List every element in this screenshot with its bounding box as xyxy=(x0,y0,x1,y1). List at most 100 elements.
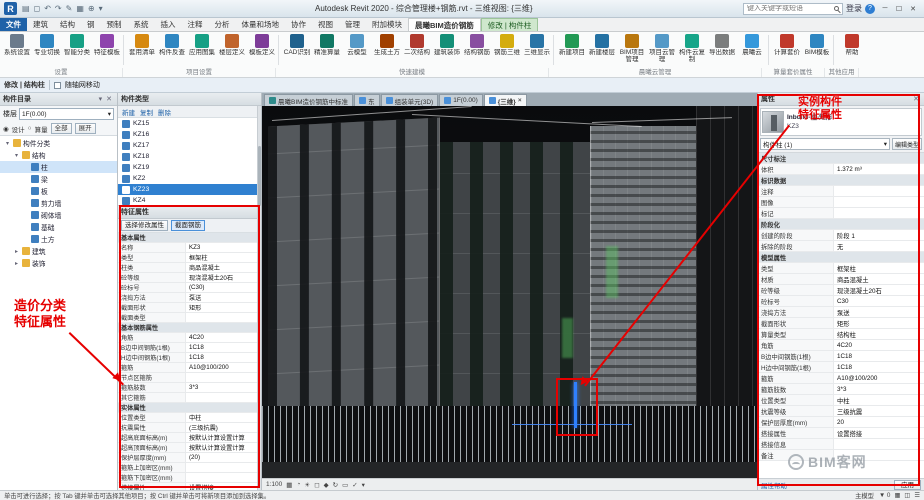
quick-access-icon[interactable]: ▾ xyxy=(97,4,105,13)
property-row[interactable]: 箍筋 A10@100/200 xyxy=(118,363,261,373)
property-row[interactable]: 搭接属性 设置搭接 xyxy=(758,428,924,439)
ribbon-button[interactable]: 建筑装饰 xyxy=(432,32,462,68)
window-button[interactable]: ─ xyxy=(878,5,892,13)
property-row[interactable]: 箍筋肢数 3*3 xyxy=(118,383,261,393)
property-row[interactable]: 备注 xyxy=(758,450,924,461)
catalog-tree-item[interactable]: ▾ 构件分类 xyxy=(0,137,117,149)
expand-icon[interactable]: ▸ xyxy=(13,248,20,255)
statusbar-icon[interactable]: ▼ 0 xyxy=(879,492,890,499)
ribbon-tab[interactable]: 修改 | 构件柱 xyxy=(481,18,539,31)
catalog-tree-item[interactable]: 剪力墙 xyxy=(0,197,117,209)
quick-access-icon[interactable]: ✎ xyxy=(64,4,75,13)
section-rebar-tab[interactable]: 截面钢筋 xyxy=(171,220,205,231)
property-row[interactable]: 位置类型 中柱 xyxy=(758,395,924,406)
ribbon-button[interactable]: 特征模板 xyxy=(92,32,122,68)
quick-access-icon[interactable]: ⊕ xyxy=(86,4,97,13)
property-row[interactable]: 基本钢筋属性 xyxy=(118,323,261,333)
catalog-tree-item[interactable]: ▾ 结构 xyxy=(0,149,117,161)
property-row[interactable]: 砼标号 C30 xyxy=(758,296,924,307)
ribbon-tab[interactable]: 分析 xyxy=(209,18,236,31)
ribbon-tab[interactable]: 晨曦BIM造价钢筋 xyxy=(408,18,481,31)
property-row[interactable]: 算量类型 结构柱 xyxy=(758,329,924,340)
statusbar-icon[interactable]: ◫ xyxy=(904,492,910,499)
view-tab[interactable]: 1F(0.00) × xyxy=(439,94,483,106)
catalog-tree-item[interactable]: 梁 xyxy=(0,173,117,185)
property-row[interactable]: B边中间钢筋(1根) 1C18 xyxy=(118,343,261,353)
property-row[interactable]: H边中间钢筋(1根) 1C18 xyxy=(758,362,924,373)
property-row[interactable]: 注释 xyxy=(758,186,924,197)
view-tab[interactable]: 东 × xyxy=(354,94,380,106)
ribbon-tab[interactable]: 协作 xyxy=(285,18,312,31)
property-row[interactable]: 箍筋肢数 3*3 xyxy=(758,384,924,395)
3d-viewport[interactable]: 晨曦BIM造价钢筋中标准 × 东 × 组装单元(3D) × 1F(0.00) × xyxy=(262,93,757,490)
property-row[interactable]: 实体属性 xyxy=(118,403,261,413)
property-row[interactable]: 抗震等级 三级抗震 xyxy=(758,406,924,417)
type-list-item[interactable]: KZ17 xyxy=(118,140,261,151)
ribbon-tab[interactable]: 文件 xyxy=(0,18,27,31)
model-canvas[interactable] xyxy=(262,106,757,478)
ribbon-tab[interactable]: 系统 xyxy=(128,18,155,31)
ribbon-tab[interactable]: 插入 xyxy=(155,18,182,31)
search-box[interactable] xyxy=(743,3,843,15)
catalog-tree-item[interactable]: 砌体墙 xyxy=(0,209,117,221)
ribbon-button[interactable]: 结构钢筋 xyxy=(462,32,492,68)
view-tab[interactable]: 组装单元(3D) × xyxy=(381,94,439,106)
ribbon-group-label[interactable]: 其他应用 xyxy=(825,68,859,77)
ribbon-tab[interactable]: 结构 xyxy=(54,18,81,31)
statusbar-icon[interactable]: ☰ xyxy=(914,492,920,499)
ribbon-button[interactable] xyxy=(553,35,556,65)
ribbon-button[interactable]: 计算套价 xyxy=(772,32,802,68)
ribbon-button[interactable]: BIM模板 xyxy=(802,32,832,68)
view-control-icon[interactable]: ✓ xyxy=(352,481,357,489)
ribbon-button[interactable]: 导出数据 xyxy=(707,32,737,68)
ribbon-tab[interactable]: 附加模块 xyxy=(366,18,408,31)
ribbon-button[interactable]: 钢筋三维 xyxy=(492,32,522,68)
grid-move-checkbox[interactable] xyxy=(54,82,61,89)
ribbon-button[interactable]: 精准算量 xyxy=(312,32,342,68)
ribbon-button[interactable]: 套用清单 xyxy=(127,32,157,68)
property-row[interactable]: 截面形状 矩形 xyxy=(118,303,261,313)
type-list-item[interactable]: KZ16 xyxy=(118,129,261,140)
type-list-item[interactable]: KZ15 xyxy=(118,118,261,129)
quick-access-icon[interactable]: ▦ xyxy=(74,4,86,13)
view-control-icon[interactable]: ▭ xyxy=(342,481,348,489)
ribbon-button[interactable]: 构件反查 xyxy=(157,32,187,68)
property-row[interactable]: 材质 商品混凝土 xyxy=(758,274,924,285)
ribbon-tab[interactable]: 注释 xyxy=(182,18,209,31)
property-row[interactable]: 浇捣方法 泵送 xyxy=(758,307,924,318)
close-icon[interactable]: ✕ xyxy=(911,95,921,103)
catalog-tree-item[interactable]: 板 xyxy=(0,185,117,197)
property-row[interactable]: 箍筋上加密区(mm) xyxy=(118,463,261,473)
ribbon-group-label[interactable]: 算量套价属性 xyxy=(762,68,825,77)
property-row[interactable]: 截面类型 xyxy=(118,313,261,323)
ribbon-button[interactable]: 楼层定义 xyxy=(217,32,247,68)
property-row[interactable]: 体积 1.372 m³ xyxy=(758,164,924,175)
property-row[interactable]: 角筋 4C20 xyxy=(758,340,924,351)
expand-icon[interactable]: ▸ xyxy=(13,260,20,267)
view-control-icon[interactable]: ↻ xyxy=(333,481,338,489)
statusbar-icon[interactable]: ▦ xyxy=(894,492,900,499)
property-row[interactable]: 创建的阶段 阶段 1 xyxy=(758,230,924,241)
property-row[interactable]: 位置类型 中柱 xyxy=(118,413,261,423)
ribbon-button[interactable]: 二次结构 xyxy=(402,32,432,68)
floor-select[interactable]: 1F(0.00) ▾ xyxy=(19,108,114,120)
type-list-item[interactable]: KZ19 xyxy=(118,162,261,173)
property-row[interactable]: 类型 框架柱 xyxy=(118,253,261,263)
ribbon-button[interactable]: 新建项目 xyxy=(557,32,587,68)
catalog-tree-item[interactable]: ▸ 装饰 xyxy=(0,257,117,269)
ribbon-button[interactable]: 帮助 xyxy=(837,32,867,68)
ribbon-tab[interactable]: 钢 xyxy=(81,18,101,31)
ribbon-button[interactable]: 模板定义 xyxy=(247,32,277,68)
window-button[interactable]: ☐ xyxy=(892,5,906,13)
close-view-icon[interactable]: × xyxy=(518,97,522,104)
quick-access-icon[interactable]: ▤ xyxy=(20,4,32,13)
view-control-icon[interactable]: ▾ xyxy=(362,481,365,489)
view-control-icon[interactable]: ☀ xyxy=(304,481,310,489)
ribbon-group-label[interactable]: 晨曦云管理 xyxy=(549,68,762,77)
property-row[interactable]: 保护层厚度(mm) (20) xyxy=(118,453,261,463)
ribbon-group-label[interactable]: 项目设置 xyxy=(123,68,276,77)
property-row[interactable]: 基本属性 xyxy=(118,233,261,243)
all-button[interactable]: 全部 xyxy=(51,123,72,134)
ribbon-tab[interactable]: 管理 xyxy=(339,18,366,31)
help-icon[interactable]: ? xyxy=(865,4,875,14)
